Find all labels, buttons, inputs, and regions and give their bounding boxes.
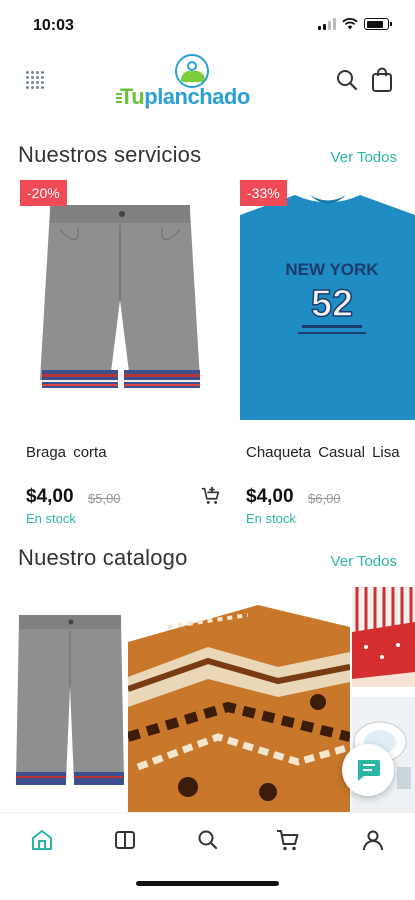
catalog-icon[interactable] [112,827,138,853]
catalog-title: Nuestro catalogo [18,545,188,570]
product-price: $4,00 [26,486,74,507]
logo-text: Tuplanchado [120,84,250,109]
bottom-nav [0,812,415,900]
status-icons [318,18,392,30]
catalog-item-shorts[interactable] [14,607,126,802]
battery-icon [364,18,392,30]
home-icon[interactable] [29,827,55,853]
user-icon[interactable] [360,827,386,853]
search-icon[interactable] [195,827,221,853]
status-time: 10:03 [33,17,74,34]
product-old-price: $6,00 [308,491,341,506]
product-name[interactable]: Chaqueta Casual Lisa [246,444,400,461]
shorts-image [20,180,220,420]
logo-emblem [175,54,209,88]
discount-badge: -20% [20,180,67,206]
signal-icon [318,18,336,30]
status-bar: 10:03 [0,0,415,50]
product-price: $4,00 [246,486,294,507]
stock-status: En stock [26,511,76,526]
app-logo[interactable]: Tuplanchado [116,54,265,112]
services-see-all-link[interactable]: Ver Todos [331,149,397,166]
menu-grid-icon[interactable] [24,69,46,91]
shopping-bag-icon[interactable] [370,67,394,93]
chat-button[interactable] [342,744,394,796]
shirt-print-number: 52 [311,283,353,325]
shorts-cuff-left [42,370,118,388]
product-old-price: $5,00 [88,491,121,506]
shorts-cuff-right [124,370,200,388]
product-name[interactable]: Braga corta [26,444,107,461]
cart-icon[interactable] [275,827,301,853]
shirt-print-text: NEW YORK [285,260,379,279]
wifi-icon [342,18,358,30]
catalog-see-all-link[interactable]: Ver Todos [331,553,397,570]
stock-status: En stock [246,511,296,526]
product-card-shirt[interactable]: NEW YORK 52 -33% Chaqueta Casual Lisa $4… [240,180,415,530]
home-indicator [136,881,279,886]
catalog-item-tablecloth[interactable] [128,587,350,812]
discount-badge: -33% [240,180,287,206]
product-card-shorts[interactable]: -20% Braga corta $4,00 $5,00 En stock [20,180,230,530]
catalog-item-red-tablecloth[interactable] [352,587,415,687]
shirt-image: NEW YORK 52 [240,180,415,420]
search-icon[interactable] [335,68,359,92]
add-to-cart-icon[interactable] [200,485,222,507]
app-header: Tuplanchado [0,50,415,112]
chat-icon [358,760,380,781]
services-title: Nuestros servicios [18,142,202,167]
